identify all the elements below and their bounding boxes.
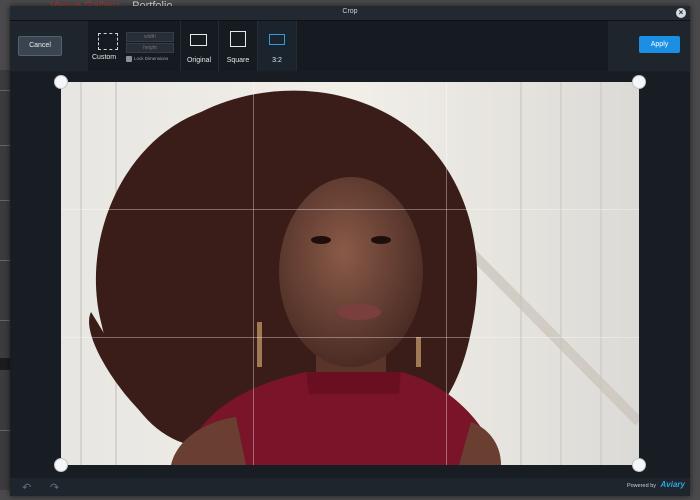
custom-crop-icon [98, 33, 118, 50]
cancel-button[interactable]: Cancel [18, 36, 62, 56]
preset-custom-label: Custom [92, 54, 117, 61]
photo-crop-area[interactable] [61, 82, 639, 465]
portrait-photo [61, 82, 639, 465]
preset-square[interactable]: Square [219, 21, 258, 71]
powered-by-label: Powered by [626, 483, 656, 489]
dialog-title: Crop [342, 8, 358, 15]
apply-button[interactable]: Apply [639, 36, 680, 53]
close-icon[interactable]: × [676, 8, 686, 18]
preset-3-2-label: 3:2 [272, 57, 282, 64]
crop-canvas [10, 72, 690, 478]
square-ratio-icon [230, 31, 246, 47]
lock-dimensions-checkbox[interactable] [126, 56, 132, 62]
preset-custom[interactable]: Custom Lock Dimensions [88, 21, 181, 71]
grid-line-horizontal [61, 209, 639, 210]
crop-handle-top-right[interactable] [632, 75, 646, 89]
grid-line-vertical [446, 82, 447, 465]
preset-square-label: Square [226, 57, 250, 64]
aviary-logo: Aviary [660, 480, 685, 489]
crop-handle-top-left[interactable] [54, 75, 68, 89]
preset-3-2[interactable]: 3:2 [258, 21, 297, 71]
dialog-titlebar: Crop × [10, 6, 690, 21]
grid-line-horizontal [61, 337, 639, 338]
grid-line-vertical [253, 82, 254, 465]
crop-handle-bottom-right[interactable] [632, 458, 646, 472]
preset-original-label: Original [186, 57, 212, 64]
lock-dimensions-label: Lock Dimensions [134, 56, 169, 61]
crop-toolbar: Cancel Custom Lock Dimensions Original S… [10, 21, 690, 71]
undo-icon[interactable]: ↶ [22, 481, 31, 494]
height-input[interactable] [126, 43, 174, 53]
preset-original[interactable]: Original [180, 21, 219, 71]
original-ratio-icon [190, 34, 207, 46]
width-input[interactable] [126, 32, 174, 42]
ratio-3-2-icon [269, 34, 285, 45]
crop-dialog: Crop × Cancel Custom Lock Dimensions Ori… [10, 6, 690, 496]
crop-presets-panel: Custom Lock Dimensions Original Square 3… [88, 21, 608, 71]
dialog-footer: ↶ ↷ Powered by Aviary [10, 478, 690, 496]
redo-icon[interactable]: ↷ [50, 481, 59, 494]
crop-handle-bottom-left[interactable] [54, 458, 68, 472]
